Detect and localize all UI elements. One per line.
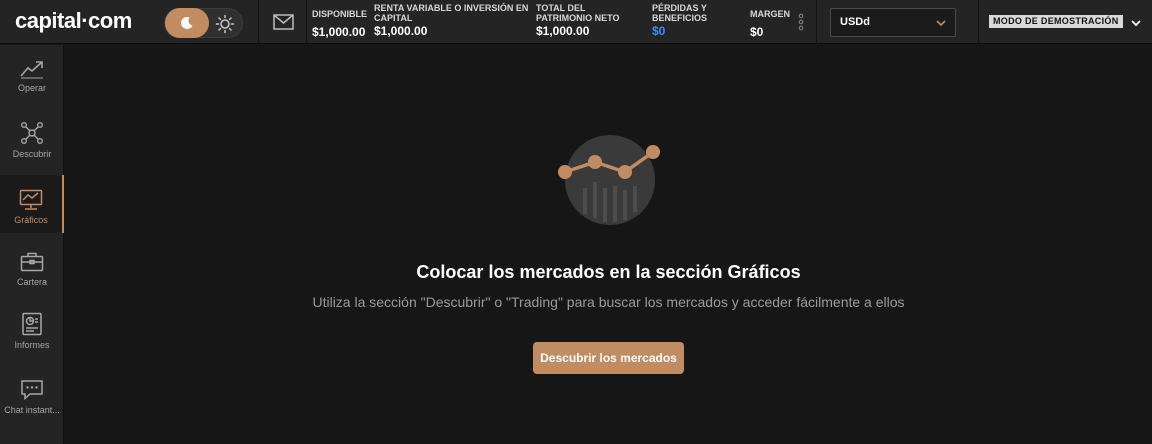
sidebar-item-label: Cartera bbox=[16, 277, 47, 287]
stat-label: BENEFICIOS bbox=[652, 13, 708, 23]
currency-value: USDd bbox=[840, 16, 870, 28]
sidebar-item-label: Descubrir bbox=[12, 149, 52, 159]
stat-value: $1,000.00 bbox=[312, 25, 366, 39]
sidebar-item-chat[interactable]: Chat instant... bbox=[0, 365, 64, 423]
stat-value: $0 bbox=[750, 25, 764, 39]
logo[interactable]: capital·com bbox=[15, 8, 132, 34]
currency-select[interactable]: USDd bbox=[830, 8, 956, 37]
report-icon bbox=[22, 312, 42, 336]
stat-label: PÉRDIDAS Y bbox=[652, 3, 707, 13]
chart-illustration-icon bbox=[558, 135, 660, 225]
stat-margin: MARGEN $0 bbox=[750, 9, 790, 39]
briefcase-icon bbox=[20, 252, 44, 272]
sidebar-item-label: Chat instant... bbox=[4, 405, 60, 415]
sidebar: Operar Descubrir Gráficos Cartera Inform… bbox=[0, 45, 64, 444]
stat-label: RENTA VARIABLE O INVERSIÓN EN bbox=[374, 3, 529, 13]
sidebar-item-label: Operar bbox=[17, 83, 46, 93]
moon-icon bbox=[181, 16, 193, 29]
top-bar: capital·com DISPONIBLE $1,000.00 RENTA V… bbox=[0, 0, 1152, 44]
sidebar-item-cartera[interactable]: Cartera bbox=[0, 237, 64, 295]
sidebar-item-informes[interactable]: Informes bbox=[0, 298, 64, 356]
stat-label: MARGEN bbox=[750, 9, 790, 19]
sidebar-item-operar[interactable]: Operar bbox=[0, 45, 64, 103]
sidebar-item-graficos[interactable]: Gráficos bbox=[0, 175, 64, 233]
stat-value: $0 bbox=[652, 24, 666, 38]
monitor-chart-icon bbox=[19, 189, 43, 210]
empty-state-subtitle: Utiliza la sección "Descubrir" o "Tradin… bbox=[312, 294, 905, 310]
stat-value: $1,000.00 bbox=[536, 24, 590, 38]
stat-equity-investment: RENTA VARIABLE O INVERSIÓN EN CAPITAL $1… bbox=[374, 3, 528, 38]
trend-up-icon bbox=[20, 61, 43, 79]
sidebar-item-label: Informes bbox=[14, 340, 50, 350]
sidebar-item-label: Gráficos bbox=[14, 215, 48, 225]
discover-markets-button[interactable]: Descubrir los mercados bbox=[533, 342, 684, 374]
stat-label: TOTAL DEL bbox=[536, 3, 586, 13]
divider bbox=[816, 0, 817, 44]
stat-available: DISPONIBLE $1,000.00 bbox=[312, 9, 367, 39]
sun-icon bbox=[215, 14, 235, 34]
charts-empty-state: Colocar los mercados en la sección Gráfi… bbox=[65, 45, 1152, 444]
stat-net-equity: TOTAL DEL PATRIMONIO NETO $1,000.00 bbox=[536, 3, 620, 38]
divider bbox=[306, 0, 307, 44]
stat-value: $1,000.00 bbox=[374, 24, 428, 38]
empty-state-title: Colocar los mercados en la sección Gráfi… bbox=[416, 262, 801, 282]
divider bbox=[258, 0, 259, 44]
chat-icon bbox=[21, 380, 43, 401]
chevron-down-icon bbox=[936, 20, 946, 27]
more-icon[interactable] bbox=[797, 13, 805, 31]
stat-label: CAPITAL bbox=[374, 13, 413, 23]
light-mode-option[interactable] bbox=[214, 13, 236, 35]
network-icon bbox=[21, 122, 44, 145]
sidebar-item-descubrir[interactable]: Descubrir bbox=[0, 107, 64, 165]
stat-label: DISPONIBLE bbox=[312, 9, 368, 19]
divider bbox=[978, 0, 979, 44]
theme-toggle[interactable] bbox=[164, 8, 243, 38]
mail-icon[interactable] bbox=[272, 12, 296, 32]
stat-label: PATRIMONIO NETO bbox=[536, 13, 620, 23]
chevron-down-icon[interactable] bbox=[1130, 17, 1142, 29]
demo-mode-badge[interactable]: MODO DE DEMOSTRACIÓN bbox=[989, 15, 1123, 28]
dark-mode-option[interactable] bbox=[165, 8, 209, 38]
stat-profit-loss: PÉRDIDAS Y BENEFICIOS $0 bbox=[652, 3, 707, 38]
